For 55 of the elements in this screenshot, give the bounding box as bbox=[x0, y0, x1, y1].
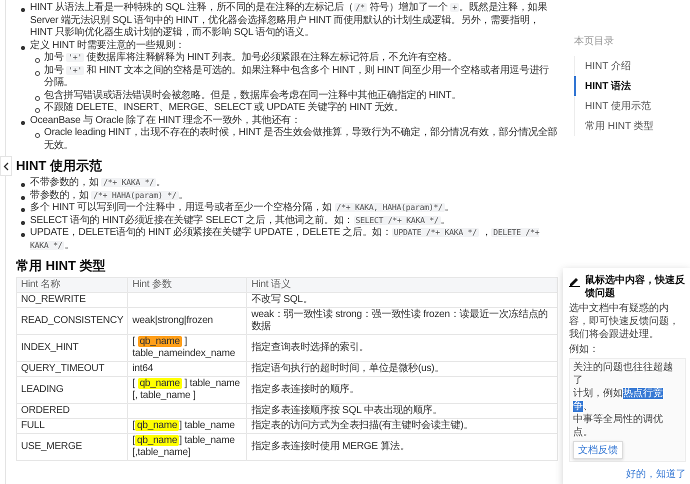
table-cell: 指定表的访问方式为全表扫描(有主键时会读主键)。 bbox=[246, 418, 558, 434]
table-cell: [ qb_name ] table_name [, table_name ] bbox=[128, 376, 247, 404]
table-cell: ORDERED bbox=[16, 404, 128, 418]
example-text: 计划，例如热点行竞争、 bbox=[573, 387, 664, 413]
table-cell: QUERY_TIMEOUT bbox=[16, 362, 128, 376]
table-cell: [ qb_name ] table_name [,table_name] bbox=[128, 434, 247, 460]
column-header: Hint 语义 bbox=[246, 278, 558, 292]
bullet-text: OceanBase 与 Oracle 除了在 HINT 理念不一致外，其他还有： bbox=[30, 114, 302, 126]
bullet-text: HINT 从语法上看是一种特殊的 SQL 注释，所不同的是在注释的左标记后（ /* 符号）增加了一个 + 。既然是注释，如果 Server 端无法识别 SQL 语句中的 HINT，优化器会选择忽略用户 HINT 而使用默认的计划生成逻辑。另外，需要指明，HINT 只影响优化器生成计划的逻辑，而不影响 SQL 语句的语义。 bbox=[30, 2, 548, 40]
table-cell: 不改写 SQL。 bbox=[246, 292, 558, 308]
table-cell: 指定语句执行的超时时间，单位是微秒(us)。 bbox=[246, 362, 558, 376]
sub-bullet-text: 加号 '+' 和 HINT 文本之间的空格是可选的。如果注释中包含多个 HINT，则 HINT 间至少用一个空格或者用逗号进行分隔。 bbox=[44, 64, 550, 90]
table-cell: int64 bbox=[128, 362, 247, 376]
example-text: 关注的问题也往往超越了 bbox=[573, 361, 674, 387]
sub-bullet-text: 加号 '+' 使数据库将注释解释为 HINT 列表。加号必须紧跟在注释左标记符后，不允许有空格。 bbox=[44, 52, 458, 64]
collapse-button[interactable] bbox=[0, 156, 12, 176]
confirm-link[interactable]: 好的，知道了 bbox=[626, 467, 686, 481]
table-cell: INDEX_HINT bbox=[16, 334, 128, 362]
popup-description: 选中文档中有疑惑的内容，即可快速反馈问题，我们将会跟进处理。 bbox=[569, 302, 680, 341]
toc-link[interactable]: 常用 HINT 类型 bbox=[574, 116, 690, 136]
sub-bullet-text: 不跟随 DELETE、INSERT、MERGE、SELECT 或 UPDATE 关键字的 HINT 无效。 bbox=[44, 102, 405, 114]
table-cell: LEADING bbox=[16, 376, 128, 404]
sub-bullet-text: Oracle leading HINT，出现不存在的表时候，HINT 是否生效会做推算，导致行为不确定，部分情况有效，部分情况全部无效。 bbox=[44, 127, 558, 152]
table-cell: FULL bbox=[16, 418, 128, 434]
bullet-text: 带参数的，如 /*+ HAHA(param) */ 。 bbox=[30, 190, 190, 202]
sub-bullet-text: 包含拼写错误或语法错误时会被忽略。但是，数据库会考虑在同一注释中其他正确指定的 HINT。 bbox=[44, 90, 462, 102]
feedback-button-preview: 文档反馈 bbox=[573, 441, 623, 459]
toc-link[interactable]: HINT 使用示范 bbox=[574, 96, 690, 116]
table-cell: USE_MERGE bbox=[16, 434, 128, 460]
chevron-left-icon bbox=[3, 162, 9, 170]
table-cell: weak|strong|frozen bbox=[128, 308, 247, 334]
bullet-text: 多个 HINT 可以写到同一个注释中，用逗号或者至少一个空格分隔，如 /*+ KAKA, HAHA(param)*/ 。 bbox=[30, 202, 456, 214]
section-heading: HINT 使用示范 bbox=[16, 157, 103, 175]
bullet-text: 定义 HINT 时需要注意的一些规则： bbox=[30, 40, 186, 52]
table-cell: 指定多表连接时使用 MERGE 算法。 bbox=[246, 434, 558, 460]
bullet-text: UPDATE，DELETE语句的 HINT 必须紧接在关键字 UPDATE，DELETE 之后。如： UPDATE /*+ KAKA */ ， DELETE /*+ KAKA */ 。 bbox=[30, 227, 540, 252]
table-cell: 指定多表连接时的顺序。 bbox=[246, 376, 558, 404]
popup-title: 鼠标选中内容，快速反馈问题 bbox=[585, 274, 686, 300]
table-cell: 指定多表连接顺序按 SQL 中表出现的顺序。 bbox=[246, 404, 558, 418]
toc-link[interactable]: HINT 语法 bbox=[574, 76, 690, 96]
table-cell: [ qb_name ] table_name bbox=[128, 418, 247, 434]
section-heading: 常用 HINT 类型 bbox=[16, 257, 107, 275]
column-header: Hint 名称 bbox=[16, 278, 128, 292]
table-cell: READ_CONSISTENCY bbox=[16, 308, 128, 334]
table-cell: 指定查询表时选择的索引。 bbox=[246, 334, 558, 362]
bullet-text: SELECT 语句的 HINT必须近接在关键字 SELECT 之后，其他词之前。如： SELECT /*+ KAKA */ 。 bbox=[30, 214, 452, 226]
example-text: 中事等全局性的调优点。 bbox=[573, 413, 664, 439]
table-cell: weak：弱一致性读 strong：强一致性读 frozen：读最近一次冻结点的数据 bbox=[246, 308, 558, 334]
pencil-icon bbox=[569, 276, 580, 287]
bullet-text: 不带参数的，如 /*+ KAKA */ 。 bbox=[30, 177, 167, 190]
table-cell: NO_REWRITE bbox=[16, 292, 128, 308]
toc-link[interactable]: HINT 介绍 bbox=[574, 56, 690, 76]
column-header: Hint 参数 bbox=[128, 278, 247, 292]
toc-title: 本页目录 bbox=[574, 34, 615, 48]
example-label: 例如： bbox=[569, 343, 600, 356]
